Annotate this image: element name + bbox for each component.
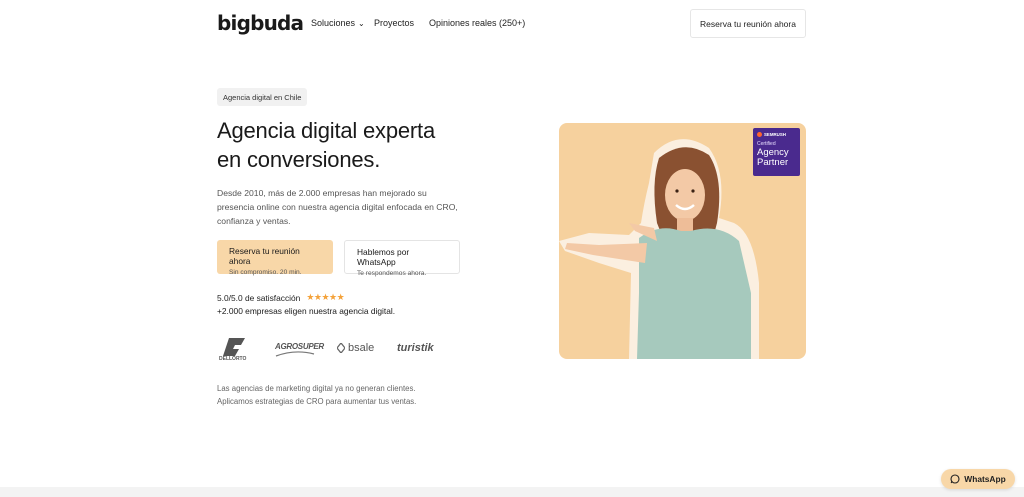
- site-header: bigbuda Soluciones ⌄ Proyectos Opiniones…: [0, 0, 1024, 48]
- client-logo-dellorto: DELLORTO: [219, 336, 253, 364]
- reserve-meeting-label: Reserva tu reunión ahora: [229, 246, 300, 266]
- hero-footnote-line1: Las agencias de marketing digital ya no …: [217, 384, 416, 393]
- reserve-meeting-sublabel: Sin compromiso. 20 min.: [229, 269, 302, 276]
- next-section-band: [0, 487, 1024, 497]
- hero-title-line1: Agencia digital experta: [217, 118, 435, 143]
- rating-text: 5.0/5.0 de satisfacción: [217, 292, 301, 303]
- client-logo-dellorto-text: DELLORTO: [219, 356, 247, 362]
- semrush-brand-text: SEMRUSH: [764, 132, 786, 137]
- client-logos: DELLORTO AGROSUPER bsale turistik: [217, 336, 457, 364]
- client-logo-turistik: turistik: [397, 342, 434, 354]
- whatsapp-float-label: WhatsApp: [964, 474, 1006, 484]
- chevron-down-icon: ⌄: [358, 18, 365, 28]
- nav-soluciones[interactable]: Soluciones ⌄: [311, 18, 374, 28]
- client-logo-agrosuper-text: AGROSUPER: [275, 342, 324, 351]
- whatsapp-icon: [950, 474, 960, 484]
- hero-footnote-line2: Aplicamos estrategias de CRO para aument…: [217, 397, 417, 406]
- semrush-partner-badge: SEMRUSH Certified Agency Partner: [753, 128, 800, 176]
- client-logo-agrosuper: AGROSUPER: [275, 342, 324, 357]
- badge-line2: Partner: [757, 157, 789, 168]
- nav-proyectos-label: Proyectos: [374, 18, 415, 28]
- nav-opiniones-label: Opiniones reales (250+): [429, 18, 526, 28]
- hero-footnote: Las agencias de marketing digital ya no …: [217, 382, 477, 408]
- badge-title: Agency Partner: [757, 148, 796, 168]
- header-cta-button[interactable]: Reserva tu reunión ahora: [690, 9, 806, 38]
- satisfaction-rating: 5.0/5.0 de satisfacción ★★★★★: [217, 292, 345, 303]
- client-logo-bsale: bsale: [336, 341, 375, 355]
- bsale-mark-icon: [336, 341, 346, 355]
- whatsapp-chat-label: Hablemos por WhatsApp: [357, 247, 410, 267]
- hero-title-line2: en conversiones.: [217, 147, 381, 172]
- hero-title: Agencia digital experta en conversiones.: [217, 116, 497, 174]
- whatsapp-chat-sublabel: Te respondemos ahora.: [357, 270, 427, 277]
- rating-subtext: +2.000 empresas eligen nuestra agencia d…: [217, 306, 396, 316]
- nav-soluciones-label: Soluciones: [311, 18, 356, 28]
- whatsapp-float-button[interactable]: WhatsApp: [941, 469, 1015, 489]
- star-rating-icon: ★★★★★: [306, 292, 345, 302]
- whatsapp-chat-button[interactable]: Hablemos por WhatsApp Te respondemos aho…: [344, 240, 460, 277]
- nav-opiniones[interactable]: Opiniones reales (250+): [429, 18, 525, 28]
- hero-description: Desde 2010, más de 2.000 empresas han me…: [217, 188, 458, 226]
- main-nav: Soluciones ⌄ Proyectos Opiniones reales …: [311, 18, 525, 28]
- reserve-meeting-button[interactable]: Reserva tu reunión ahora Sin compromiso.…: [217, 240, 333, 276]
- location-pill: Agencia digital en Chile: [217, 88, 308, 106]
- nav-proyectos[interactable]: Proyectos: [374, 18, 429, 28]
- brand-logo[interactable]: bigbuda: [217, 11, 304, 35]
- semrush-logo-icon: [757, 132, 762, 137]
- client-logo-bsale-text: bsale: [348, 342, 375, 354]
- semrush-brand: SEMRUSH: [757, 132, 796, 137]
